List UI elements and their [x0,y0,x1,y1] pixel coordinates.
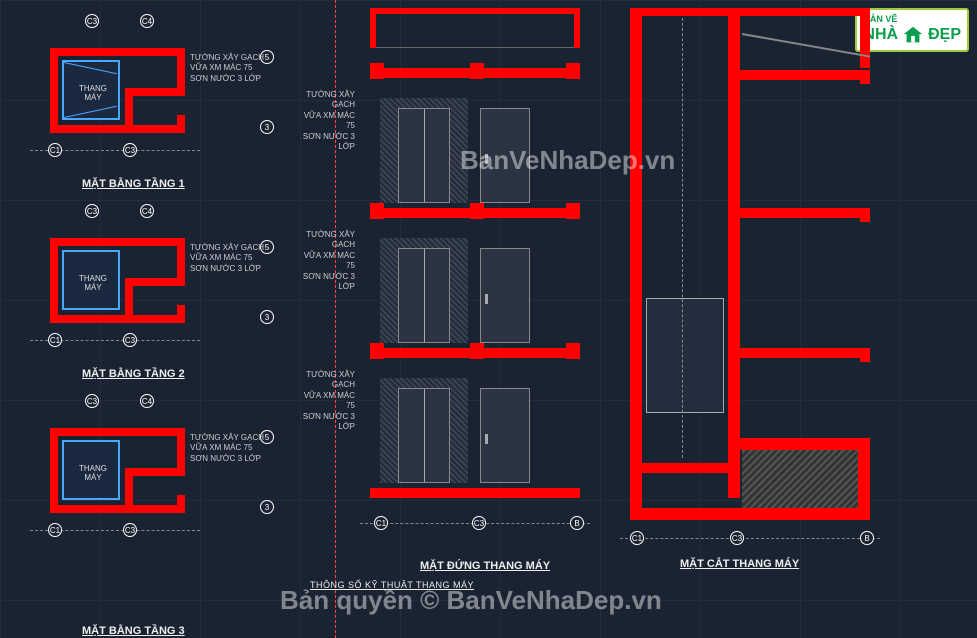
sec-slab-4 [740,70,870,80]
sec-axis-c3: C3 [730,531,744,545]
grid-bubble-c3: C3 [85,204,99,218]
elevator-shaft: THANG MÁY [62,250,120,310]
elev-notes-3: TƯỜNG XÂY GẠCHVỮA XM MÁC 75SƠN NƯỚC 3 LỚ… [300,90,355,152]
axis-c1: C1 [374,516,388,530]
sec-slab-2 [740,348,870,358]
floor-plan-3: C3 C4 THANG MÁY 5 3 C1 C3 TƯỜNG XÂY GẠCH… [30,400,270,600]
elevator-cabin [646,298,724,413]
elevation-title: MẶT ĐỨNG THANG MÁY [420,560,550,572]
logo-line3: ĐẸP [928,26,961,44]
shaft-label: THANG MÁY [70,84,116,102]
wall-right-lower [177,115,185,133]
grid-bubble-c4: C4 [140,204,154,218]
slab-ground [370,488,580,498]
section-wall-mid [728,8,740,498]
door-3 [480,108,530,203]
elev-notes-2: TƯỜNG XÂY GẠCHVỮA XM MÁC 75SƠN NƯỚC 3 LỚ… [300,230,355,292]
grid-bubble-3: 3 [260,120,274,134]
door-2 [480,248,530,343]
elev-notes-1: TƯỜNG XÂY GẠCHVỮA XM MÁC 75SƠN NƯỚC 3 LỚ… [300,370,355,432]
sec-pit-base [630,508,870,520]
plan1-title: MẶT BẰNG TẦNG 1 [82,178,185,190]
wall-top [50,48,185,56]
plan2-title: MẶT BẰNG TẦNG 2 [82,368,185,380]
wall-div [125,88,133,133]
grid-bubble-c4: C4 [140,14,154,28]
elevation-drawing: C1 C3 B [360,8,590,568]
grid-bubble-c3b: C3 [123,143,137,157]
wall-mid [125,88,185,96]
section-wall-left [630,8,642,518]
soil-hatch [742,450,858,508]
elevator-shaft: THANG MÁY [62,60,120,120]
house-icon [900,24,926,46]
axis-c3: C3 [472,516,486,530]
plan3-title: MẶT BẰNG TẦNG 3 [82,625,185,637]
sec-slab-3 [740,208,870,218]
floor-plan-2: C3 C4 THANG MÁY 5 3 C1 C3 TƯỜNG XÂY GẠCH… [30,210,270,360]
elevator-door-2 [398,248,450,343]
section-title: MẶT CẮT THANG MÁY [680,558,799,570]
door-1 [480,388,530,483]
cad-drawing-canvas[interactable]: BẢN VẼ NHÀ ĐẸP C3 C4 THANG MÁY 5 3 [0,0,977,638]
plan2-notes: TƯỜNG XÂY GẠCHVỮA XM MÁC 75SƠN NƯỚC 3 LỚ… [190,243,270,274]
grid-bubble-c3: C3 [85,14,99,28]
sec-axis-b: B [860,531,874,545]
wall-left [50,48,58,133]
wall-bottom [50,125,185,133]
grid-bubble-c1: C1 [48,143,62,157]
axis-b: B [570,516,584,530]
spec-heading: THÔNG SỐ KỸ THUẬT THANG MÁY [310,580,474,590]
section-drawing: C1 C3 B [620,8,880,568]
wall-right-upper [177,48,185,93]
sec-axis-c1: C1 [630,531,644,545]
floor-plan-1: C3 C4 THANG MÁY 5 3 C1 C3 TƯỜNG XÂY GẠCH… [30,20,270,170]
plan1-notes: TƯỜNG XÂY GẠCHVỮA XM MÁC 75SƠN NƯỚC 3 LỚ… [190,53,270,84]
elevator-door-1 [398,388,450,483]
elevator-door-3 [398,108,450,203]
